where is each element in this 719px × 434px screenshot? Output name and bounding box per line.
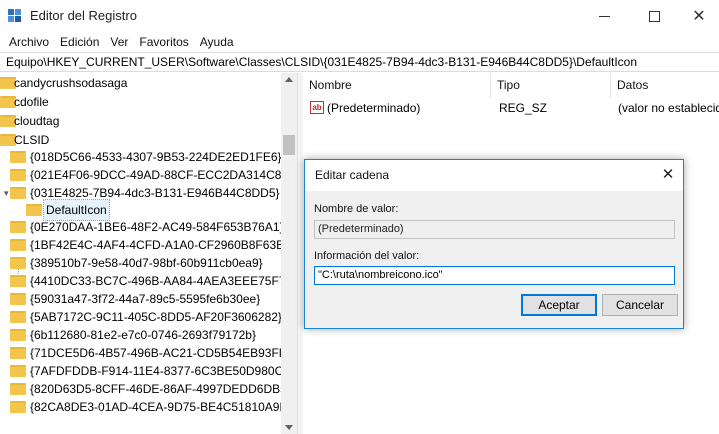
window-title: Editor del Registro [30,8,137,23]
folder-icon [10,275,26,287]
folder-icon [10,365,26,377]
scroll-down-icon[interactable] [285,425,293,430]
edit-string-dialog: Editar cadena ✕ Nombre de valor: (Predet… [304,159,684,329]
tree-item-cdofile[interactable]: cdofile [0,92,280,112]
tree-item-clsid-child[interactable]: {71DCE5D6-4B57-496B-AC21-CD5B54EB93FD} [0,343,291,363]
folder-icon [10,239,26,251]
column-header-type[interactable]: Tipo [491,73,611,98]
folder-icon [10,151,26,163]
address-bar[interactable]: Equipo\HKEY_CURRENT_USER\Software\Classe… [0,52,719,72]
tree-item-cloudtag[interactable]: cloudtag [0,111,280,131]
menu-archivo[interactable]: Archivo [8,35,50,49]
value-name-field: (Predeterminado) [314,220,675,239]
folder-icon [10,347,26,359]
folder-open-icon [10,187,26,199]
tree-item-clsid-child[interactable]: {4410DC33-BC7C-496B-AA84-4AEA3EEE75F7} [0,271,290,291]
tree-item-clsid-child[interactable]: {0E270DAA-1BE6-48F2-AC49-584F653B76A1} [0,217,284,237]
folder-icon [10,311,26,323]
tree-item-clsid-child[interactable]: {820D63D5-8CFF-46DE-86AF-4997DEDD6DB5} [0,379,291,399]
folder-icon [10,383,26,395]
cancel-button[interactable]: Cancelar [602,294,678,316]
dialog-body: Nombre de valor: (Predeterminado) Inform… [305,191,683,328]
maximize-button[interactable] [631,0,677,32]
folder-icon [10,329,26,341]
folder-icon [10,293,26,305]
tree-item-clsid-child[interactable]: {59031a47-3f72-44a7-89c5-5595fe6b30ee} [0,289,280,309]
minimize-button[interactable] [581,0,627,32]
close-icon: ✕ [661,166,675,183]
value-data-input[interactable]: "C:\ruta\nombreicono.ico" [314,266,675,285]
tree-scrollbar[interactable] [281,73,297,434]
tree-item-clsid-child[interactable]: {021E4F06-9DCC-49AD-88CF-ECC2DA314C8A} [0,165,293,185]
accept-button[interactable]: Aceptar [521,294,597,316]
value-name-label: Nombre de valor: [314,203,399,215]
tree-item-clsid-child[interactable]: {5AB7172C-9C11-405C-8DD5-AF20F3606282} [0,307,282,327]
folder-icon [10,169,26,181]
menu-ver[interactable]: Ver [109,35,129,49]
tree-item-clsid-child[interactable]: {018D5C66-4533-4307-9B53-224DE2ED1FE6} [0,147,282,167]
key-tree: candycrushsodasaga cdofile cloudtag CLSI… [0,73,297,434]
menu-bar: Archivo Edición Ver Favoritos Ayuda [0,32,719,52]
scroll-up-icon[interactable] [285,77,293,82]
maximize-icon [648,10,660,22]
menu-edicion[interactable]: Edición [59,35,100,49]
close-button[interactable]: ✕ [676,0,719,32]
dialog-close-button[interactable]: ✕ [653,163,683,187]
tree-item-clsid-child[interactable]: {7AFDFDDB-F914-11E4-8377-6C3BE50D980C} [0,361,287,381]
value-data-label: Información del valor: [314,250,420,262]
dialog-title: Editar cadena [315,168,390,182]
tree-item-clsid-child[interactable]: {389510b7-9e58-40d7-98bf-60b911cb0ea9} [0,253,280,273]
folder-icon [26,204,42,216]
string-value-icon: ab [310,101,324,114]
folder-icon [10,221,26,233]
tree-item-clsid-child[interactable]: {1BF42E4C-4AF4-4CFD-A1A0-CF2960B8F63E} [0,235,288,255]
folder-icon [10,401,26,413]
tree-item-clsid-child[interactable]: {82CA8DE3-01AD-4CEA-9D75-BE4C51810A9E} [0,397,292,417]
column-header-data[interactable]: Datos [611,73,719,98]
close-icon: ✕ [692,8,706,25]
column-header-name[interactable]: Nombre [303,73,491,98]
tree-item-candycrushsodasaga[interactable]: candycrushsodasaga [0,73,280,93]
title-bar: Editor del Registro ✕ [0,0,719,32]
folder-icon [10,257,26,269]
value-row[interactable]: ab (Predeterminado) REG_SZ (valor no est… [303,98,719,118]
scroll-thumb[interactable] [283,135,295,155]
tree-item-clsid-child[interactable]: {6b112680-81e2-e7c0-0746-2693f79172b} [0,325,280,345]
menu-ayuda[interactable]: Ayuda [199,35,235,49]
minimize-icon [598,15,610,17]
registry-editor-icon [8,9,23,23]
menu-favoritos[interactable]: Favoritos [138,35,189,49]
